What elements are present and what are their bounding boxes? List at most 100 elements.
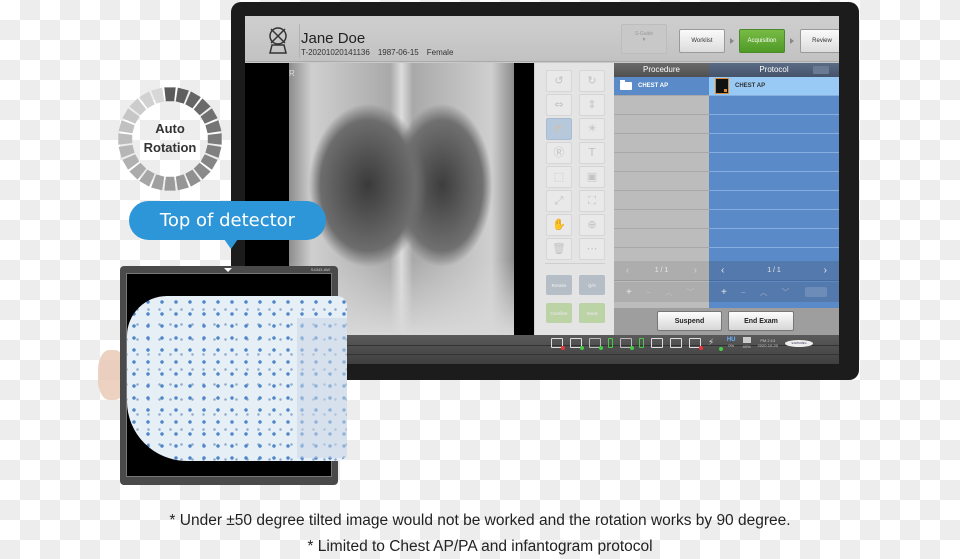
protocol-empty-row — [709, 229, 839, 248]
protocol-header-label: Protocol — [759, 65, 789, 74]
procedure-page-indicator: 1 / 1 — [654, 267, 669, 274]
procedure-empty-row — [614, 210, 709, 229]
storage-icon — [742, 337, 751, 343]
sguide-button[interactable]: S-Guide ▼ — [621, 24, 667, 54]
flip-vertical-icon[interactable]: ⇕ — [579, 94, 605, 116]
zoom-icon[interactable]: ⊕ — [579, 214, 605, 236]
next-page-button[interactable]: › — [824, 265, 827, 276]
tube-icon[interactable]: ⚡ — [708, 338, 723, 351]
remove-procedure-button[interactable]: − — [646, 288, 651, 297]
footnote-1: * Under ±50 degree tilted image would no… — [169, 512, 791, 529]
detector-surface — [126, 273, 347, 477]
auto-rotation-label: Auto Rotation — [143, 121, 197, 155]
header-divider — [299, 24, 300, 58]
invert-icon[interactable]: ◩ — [546, 118, 572, 140]
patient-id: T-20201020141136 — [301, 48, 370, 57]
patient-info: T-20201020141136 1987-06-15 Female — [301, 48, 453, 57]
flip-horizontal-icon[interactable]: ⇔ — [546, 94, 572, 116]
protocol-empty-row — [709, 191, 839, 210]
ring-segment — [164, 87, 176, 102]
folder-icon — [620, 80, 632, 90]
procedure-empty-row — [614, 96, 709, 115]
hu-indicator: HU 0% — [726, 337, 736, 348]
retake-button[interactable]: Retake — [546, 275, 572, 295]
move-up-button[interactable]: ︿ — [760, 287, 768, 298]
more-icon[interactable]: ⋯ — [579, 238, 605, 260]
remove-protocol-button[interactable]: − — [741, 288, 746, 297]
move-up-button[interactable]: ︿ — [665, 287, 673, 298]
protocol-pager: ‹ 1 / 1 › — [709, 261, 839, 281]
display-icon[interactable] — [650, 338, 663, 348]
text-icon[interactable]: T — [579, 142, 605, 164]
screen-add-icon[interactable] — [569, 338, 584, 350]
protocol-empty-row — [709, 134, 839, 153]
clock: PM 2:13 2020-10-20 — [757, 338, 778, 348]
rotate-ccw-icon[interactable]: ↺ — [546, 70, 572, 92]
procedure-controls: + − ︿ ﹀ — [614, 282, 709, 302]
keyboard-icon[interactable] — [805, 287, 827, 297]
tool-divider — [545, 263, 605, 264]
delete-icon[interactable]: 🗑 — [546, 238, 572, 260]
protocol-empty-row — [709, 153, 839, 172]
protocol-view-toggle[interactable] — [813, 66, 829, 74]
protocol-item-label: CHEST AP — [735, 83, 766, 89]
brightness-icon[interactable]: ☀ — [579, 118, 605, 140]
procedure-panel: Procedure CHEST AP ‹ 1 / 1 › + − ︿ ﹀ — [614, 63, 709, 308]
network-off-icon[interactable] — [688, 338, 703, 350]
capture-icon[interactable] — [669, 338, 682, 348]
detector-2-icon[interactable] — [619, 338, 634, 350]
brand-logo: SAMSUNG — [785, 339, 813, 347]
patient-dob: 1987-06-15 — [377, 48, 419, 57]
procedure-empty-row — [614, 134, 709, 153]
crop-icon[interactable]: ⬚ — [546, 166, 572, 188]
exam-action-bar: Suspend End Exam — [614, 308, 839, 335]
monitor-status-icon[interactable] — [550, 338, 565, 350]
procedure-header: Procedure — [614, 63, 709, 77]
add-protocol-button[interactable]: + — [721, 287, 727, 298]
prev-page-button[interactable]: ‹ — [721, 265, 724, 276]
protocol-panel: Protocol CHEST AP ‹ 1 / 1 › + − ︿ ﹀ — [709, 63, 839, 308]
suspend-button[interactable]: Suspend — [657, 311, 722, 331]
patient-header: Jane Doe T-20201020141136 1987-06-15 Fem… — [245, 16, 839, 62]
step-review[interactable]: Review — [800, 29, 839, 53]
move-down-button[interactable]: ﹀ — [687, 287, 695, 298]
protocol-empty-row — [709, 96, 839, 115]
storage-indicator: 40% — [742, 337, 751, 349]
prev-page-button[interactable]: ‹ — [626, 265, 629, 276]
step-worklist[interactable]: Worklist — [679, 29, 725, 53]
ring-segment — [164, 176, 176, 191]
send-button[interactable]: Send — [579, 303, 605, 323]
step-arrow-icon — [790, 38, 794, 44]
next-page-button[interactable]: › — [694, 265, 697, 276]
pan-icon[interactable]: ✋ — [546, 214, 572, 236]
detector-panel: S4343-AW — [120, 266, 347, 485]
add-procedure-button[interactable]: + — [626, 287, 632, 298]
procedure-item-label: CHEST AP — [638, 83, 669, 89]
move-down-button[interactable]: ﹀ — [782, 287, 790, 298]
fit-icon[interactable]: ⤢ — [546, 190, 572, 212]
marker-r-icon[interactable]: Ⓡ — [546, 142, 572, 164]
detector-model: S4343-AW — [310, 267, 330, 272]
procedure-item[interactable]: CHEST AP — [614, 77, 709, 96]
protocol-item[interactable]: CHEST AP — [709, 77, 839, 96]
procedure-empty-row — [614, 153, 709, 172]
rotate-cw-icon[interactable]: ↻ — [579, 70, 605, 92]
protocol-empty-row — [709, 172, 839, 191]
mask-icon[interactable]: ▣ — [579, 166, 605, 188]
fullscreen-icon[interactable]: ⛶ — [579, 190, 605, 212]
step-arrow-icon — [730, 38, 734, 44]
end-exam-button[interactable]: End Exam — [728, 311, 794, 331]
confirm-button[interactable]: Confirm — [546, 303, 572, 323]
qa-button[interactable]: Q/A — [579, 275, 605, 295]
detector-1-icon[interactable] — [588, 338, 603, 350]
patient-icon — [269, 27, 287, 54]
step-acquisition[interactable]: Acquisition — [739, 29, 785, 53]
patient-name: Jane Doe — [301, 30, 366, 47]
procedure-pager: ‹ 1 / 1 › — [614, 261, 709, 281]
auto-rotation-badge: Auto Rotation — [116, 85, 224, 193]
protocol-controls: + − ︿ ﹀ — [709, 282, 839, 302]
procedure-empty-row — [614, 191, 709, 210]
protocol-header: Protocol — [709, 63, 839, 77]
protocol-empty-row — [709, 210, 839, 229]
battery-1-icon — [607, 338, 613, 348]
